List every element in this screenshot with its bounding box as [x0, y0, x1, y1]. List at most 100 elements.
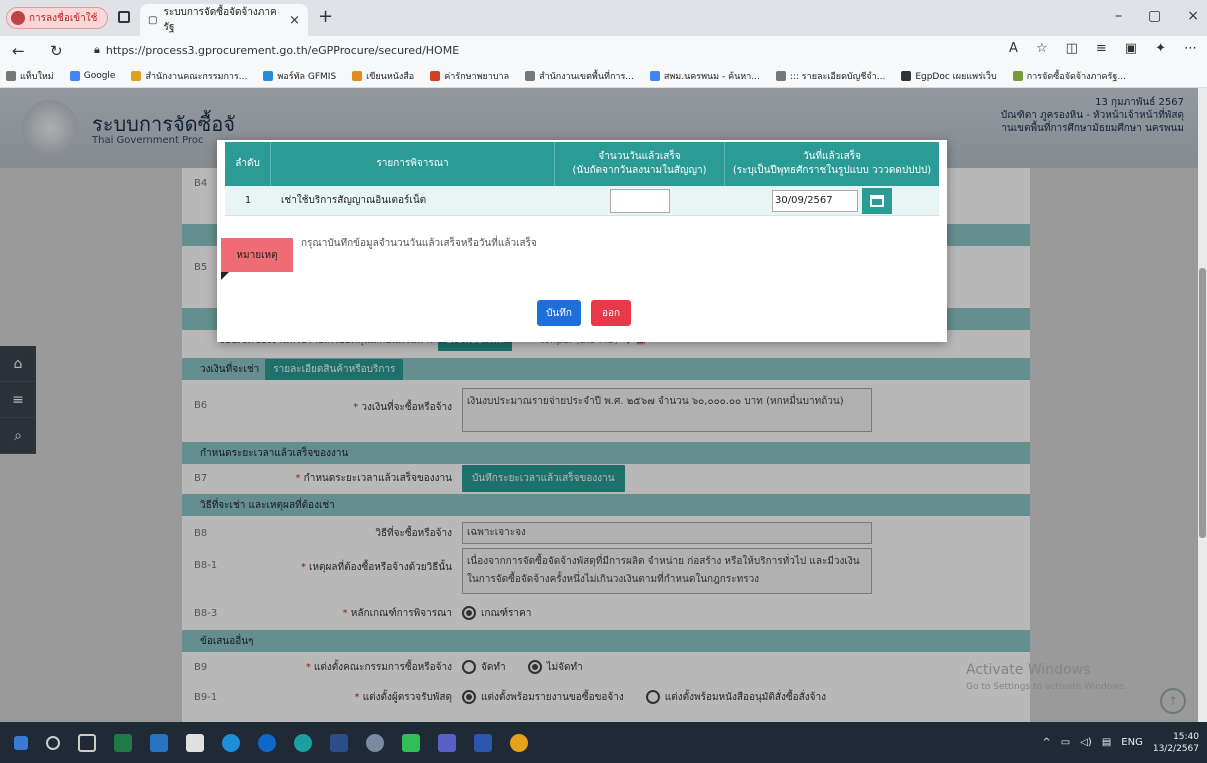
read-aloud-icon[interactable]: A [1009, 41, 1018, 56]
language-indicator[interactable]: ENG [1121, 737, 1143, 748]
address-bar-tools: A ☆ ◫ ≡ ▣ ✦ ⋯ [1009, 41, 1197, 56]
window-controls: – ▢ × [1115, 8, 1199, 24]
lock-icon: 🔒︎ [94, 43, 100, 56]
teams-icon[interactable] [438, 733, 456, 752]
header-no: ลำดับ [225, 142, 271, 186]
bookmark-item[interactable]: พอร์ทัล GFMIS [263, 69, 336, 83]
bookmark-icon [1012, 70, 1023, 81]
note-text: กรุณาบันทึกข้อมูลจำนวนวันแล้วเสร็จหรือวั… [301, 238, 537, 249]
row-item: เช่าใช้บริการสัญญาณอินเตอร์เน็ต [281, 195, 427, 206]
favorite-star-icon[interactable]: ☆ [1036, 41, 1048, 56]
start-icon[interactable] [14, 735, 28, 750]
network-icon[interactable]: ▭ [1061, 737, 1070, 748]
excel-icon[interactable] [114, 733, 132, 752]
restore-icon[interactable]: ▢ [1148, 8, 1161, 24]
search-icon[interactable] [46, 735, 60, 750]
days-cell [555, 186, 725, 215]
header-item: รายการพิจารณา [271, 142, 555, 186]
ie-icon[interactable] [222, 733, 240, 752]
back-icon[interactable]: ← [12, 42, 25, 60]
split-screen-icon[interactable]: ◫ [1066, 41, 1078, 56]
days-input[interactable] [610, 188, 670, 213]
page-icon: ▢ [148, 14, 158, 26]
address-input[interactable]: 🔒︎ https://process3.gprocurement.go.th/e… [94, 39, 984, 61]
bookmark-label: สำนักงานคณะกรรมการ... [145, 71, 248, 82]
system-tray: ^ ▭ ◁) ▤ ENG 15:40 13/2/2567 [1042, 722, 1199, 763]
task-view-icon[interactable] [78, 733, 96, 752]
date-cell: 30/09/2567 [725, 186, 939, 215]
header-date: วันที่แล้วเสร็จ (ระบุเป็นปีพุทธศักราชในร… [732, 151, 932, 176]
chrome-icon[interactable] [510, 733, 528, 752]
program-icon[interactable] [366, 733, 384, 752]
bookmark-item[interactable]: EgpDoc เผยแพร่เว็บ [901, 69, 997, 83]
bookmark-item[interactable]: ::: รายละเอียดบัญชีจำ... [775, 69, 886, 83]
bookmark-item[interactable]: เขียนหนังสือ [352, 69, 414, 83]
bookmark-icon [131, 70, 142, 81]
bookmark-item[interactable]: สพม.นครพนม - ค้นหา... [649, 69, 760, 83]
bookmark-icon [649, 70, 660, 81]
page-scrollbar[interactable] [1198, 88, 1207, 722]
profile-avatar-icon [11, 11, 25, 25]
bookmark-icon [6, 70, 16, 81]
bookmark-icon [352, 70, 363, 81]
deadline-modal: ลำดับ รายการพิจารณา จำนวนวันแล้วเสร็จ (น… [217, 140, 947, 342]
presentation-icon[interactable] [330, 733, 348, 752]
close-window-icon[interactable]: × [1187, 8, 1199, 24]
note-tip-corner [221, 272, 229, 280]
line-icon[interactable] [402, 733, 420, 752]
tab-title: ระบบการจัดซื้อจัดจ้างภาครัฐ [163, 7, 277, 33]
bookmark-item[interactable]: สำนักงานเขตพื้นที่การ... [525, 69, 634, 83]
note-label: หมายเหตุ [221, 238, 293, 272]
bookmark-item[interactable]: แท็บใหม่ [6, 69, 54, 83]
bookmark-label: การจัดซื้อจัดจ้างภาครัฐ... [1026, 71, 1126, 82]
bookmark-item[interactable]: การจัดซื้อจัดจ้างภาครัฐ... [1012, 69, 1126, 83]
scrollbar-thumb[interactable] [1199, 268, 1206, 538]
tab-actions-icon[interactable] [118, 11, 130, 23]
bookmark-item[interactable]: Google [69, 70, 116, 81]
tray-chevron-icon[interactable]: ^ [1042, 737, 1050, 748]
word-icon[interactable] [474, 733, 492, 752]
url-text: https://process3.gprocurement.go.th/eGPP… [105, 43, 460, 57]
app-icon[interactable] [150, 733, 168, 752]
collections-icon[interactable]: ▣ [1125, 41, 1137, 56]
table-header: ลำดับ รายการพิจารณา จำนวนวันแล้วเสร็จ (น… [225, 142, 939, 186]
store-icon[interactable] [186, 733, 204, 752]
bookmark-icon [430, 70, 441, 81]
bookmark-label: EgpDoc เผยแพร่เว็บ [915, 71, 997, 82]
clock-time: 15:40 [1173, 731, 1199, 742]
bookmark-item[interactable]: ค่ารักษาพยาบาล [430, 69, 509, 83]
notifications-icon[interactable]: ▤ [1102, 737, 1111, 748]
calendar-icon[interactable] [862, 187, 892, 214]
clock[interactable]: 15:40 13/2/2567 [1153, 731, 1199, 755]
favorites-list-icon[interactable]: ≡ [1096, 41, 1107, 56]
save-button[interactable]: บันทึก [537, 300, 581, 326]
bookmark-icon [263, 70, 274, 81]
minimize-icon[interactable]: – [1115, 8, 1122, 24]
bookmark-label: Google [83, 70, 116, 81]
deadline-table: ลำดับ รายการพิจารณา จำนวนวันแล้วเสร็จ (น… [225, 142, 939, 216]
extensions-icon[interactable]: ✦ [1155, 41, 1166, 56]
row-no: 1 [244, 195, 252, 206]
browser-tab-active[interactable]: ▢ ระบบการจัดซื้อจัดจ้างภาครัฐ × [140, 4, 308, 36]
profile-label: การลงชื่อเข้าใช้ [29, 12, 98, 24]
edge-legacy-icon[interactable] [258, 733, 276, 752]
exit-button[interactable]: ออก [591, 300, 631, 326]
date-input[interactable]: 30/09/2567 [772, 189, 858, 212]
bookmark-item[interactable]: สำนักงานคณะกรรมการ... [131, 69, 247, 83]
volume-icon[interactable]: ◁) [1080, 737, 1092, 748]
profile-button[interactable]: การลงชื่อเข้าใช้ [6, 7, 109, 29]
clock-date: 13/2/2567 [1152, 743, 1199, 754]
more-menu-icon[interactable]: ⋯ [1184, 41, 1197, 56]
new-tab-icon[interactable]: + [318, 6, 333, 27]
header-days: จำนวนวันแล้วเสร็จ (นับถัดจากวันลงนามในสั… [555, 142, 725, 186]
bookmark-label: สพม.นครพนม - ค้นหา... [663, 71, 760, 82]
edge-icon[interactable] [294, 733, 312, 752]
bookmark-label: สำนักงานเขตพื้นที่การ... [539, 71, 634, 82]
address-bar-row: ← ↻ 🔒︎ https://process3.gprocurement.go.… [0, 36, 1207, 64]
bookmarks-bar: แท็บใหม่ Google สำนักงานคณะกรรมการ... พอร์ท… [0, 64, 1207, 88]
bookmark-icon [775, 70, 786, 81]
bookmark-label: ::: รายละเอียดบัญชีจำ... [789, 71, 886, 82]
close-tab-icon[interactable]: × [289, 13, 300, 28]
bookmark-icon [901, 70, 912, 81]
refresh-icon[interactable]: ↻ [50, 42, 63, 60]
